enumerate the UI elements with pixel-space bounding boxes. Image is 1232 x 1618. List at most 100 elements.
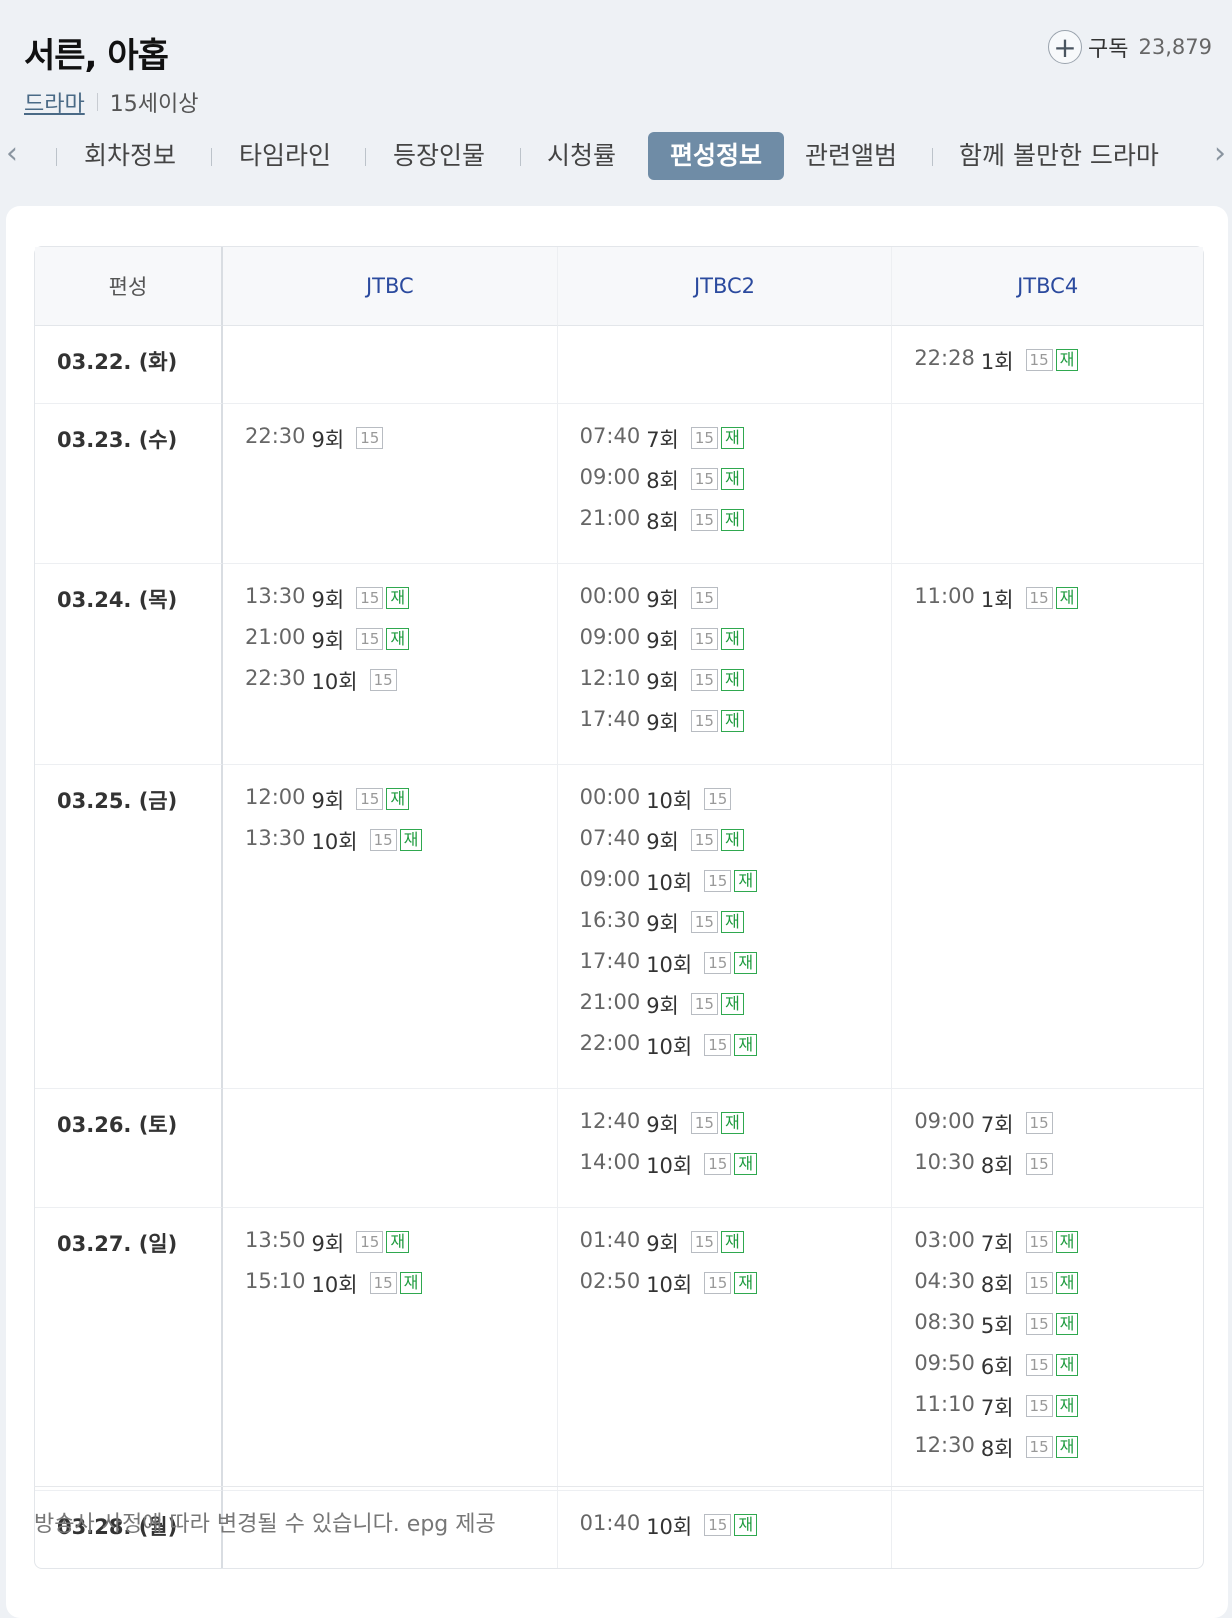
broadcast-time: 14:00 — [579, 1150, 641, 1174]
broadcast-slot: 13:30 9회 15 재 — [245, 584, 557, 625]
broadcast-slot: 09:50 6회 15 재 — [914, 1351, 1203, 1392]
date-cell: 03.25. (금) — [35, 765, 223, 1089]
age-badge: 15 — [690, 509, 718, 531]
table-row: 03.22. (화) 22:28 1회 15 재 — [35, 326, 1203, 404]
rerun-badge: 재 — [734, 1514, 758, 1536]
episode-number: 9회 — [646, 830, 679, 854]
broadcast-time: 21:00 — [245, 625, 306, 649]
table-row: 03.25. (금) 12:00 9회 15 재 13:30 10회 15 재 00:00 10회 1… — [35, 765, 1203, 1089]
divider — [520, 148, 521, 166]
chevron-right-icon[interactable]: › — [1214, 136, 1226, 171]
age-badge: 15 — [369, 669, 397, 691]
age-badge: 15 — [1025, 1354, 1053, 1376]
tab-schedule[interactable]: 편성정보 — [648, 132, 785, 180]
age-badge: 15 — [369, 1272, 397, 1294]
rerun-badge: 재 — [386, 1231, 410, 1253]
tab-recommended[interactable]: 함께 볼만한 드라마 — [959, 132, 1159, 180]
schedule-cell: 22:30 9회 15 — [223, 404, 558, 564]
table-row: 03.24. (목) 13:30 9회 15 재 21:00 9회 15 재 22:30 10회 15… — [35, 564, 1203, 765]
broadcast-time: 00:00 — [579, 785, 641, 809]
broadcast-time: 09:50 — [914, 1351, 975, 1375]
broadcast-time: 12:00 — [245, 785, 306, 809]
notice-text: 방송사 사정에 따라 변경될 수 있습니다. epg 제공 — [34, 1512, 496, 1537]
rerun-badge: 재 — [734, 1272, 758, 1294]
broadcast-slot: 13:30 10회 15 재 — [245, 826, 557, 867]
episode-number: 9회 — [646, 588, 679, 612]
rerun-badge: 재 — [1055, 349, 1079, 371]
tab-timeline[interactable]: 타임라인 — [239, 132, 331, 180]
age-badge: 15 — [1025, 1436, 1053, 1458]
divider — [56, 148, 57, 166]
episode-number: 9회 — [311, 428, 345, 452]
episode-number: 1회 — [980, 588, 1014, 612]
episode-number: 8회 — [980, 1273, 1014, 1297]
schedule-cell: 12:40 9회 15 재 14:00 10회 15 재 — [557, 1089, 893, 1208]
chevron-left-icon[interactable]: ‹ — [6, 136, 18, 171]
broadcast-time: 21:00 — [579, 990, 641, 1014]
episode-number: 10회 — [311, 670, 358, 694]
rerun-badge: 재 — [720, 509, 744, 531]
broadcast-time: 08:30 — [914, 1310, 975, 1334]
age-badge: 15 — [704, 870, 732, 892]
page-title: 서른, 아홉 — [24, 36, 169, 76]
table-header-row: 편성 JTBC JTBC2 JTBC4 — [35, 247, 1203, 326]
tab-albums[interactable]: 관련앨범 — [805, 132, 897, 180]
genre-link[interactable]: 드라마 — [24, 86, 85, 118]
date-cell: 03.22. (화) — [35, 326, 223, 404]
tab-characters[interactable]: 등장인물 — [393, 132, 485, 180]
channel-header: JTBC — [223, 247, 558, 326]
age-badge: 15 — [356, 788, 384, 810]
rerun-badge: 재 — [399, 829, 423, 851]
tab-episodes[interactable]: 회차정보 — [84, 132, 176, 180]
program-meta: 드라마 15세이상 — [24, 86, 198, 118]
rerun-badge: 재 — [1055, 1354, 1079, 1376]
tab-ratings[interactable]: 시청률 — [547, 132, 616, 180]
age-badge: 15 — [1025, 349, 1053, 371]
broadcast-time: 22:30 — [245, 666, 306, 690]
broadcast-slot: 22:30 9회 15 — [245, 424, 557, 465]
schedule-cell: 22:28 1회 15 재 — [892, 326, 1203, 404]
rerun-badge: 재 — [720, 993, 744, 1015]
rerun-badge: 재 — [720, 710, 744, 732]
episode-number: 10회 — [646, 1273, 693, 1297]
date-cell: 03.27. (일) — [35, 1208, 223, 1491]
divider — [34, 1486, 1204, 1487]
episode-number: 8회 — [980, 1154, 1014, 1178]
broadcast-slot: 21:00 8회 15 재 — [580, 506, 892, 547]
rerun-badge: 재 — [386, 628, 410, 650]
broadcast-slot: 09:00 9회 15 재 — [580, 625, 892, 666]
divider — [211, 148, 212, 166]
age-badge: 15 — [1025, 1112, 1053, 1134]
broadcast-time: 09:00 — [914, 1109, 975, 1133]
broadcast-slot: 21:00 9회 15 재 — [245, 625, 557, 666]
episode-number: 9회 — [646, 912, 679, 936]
rerun-badge: 재 — [1055, 1436, 1079, 1458]
subscribe-label: 구독 — [1088, 37, 1129, 62]
broadcast-time: 21:00 — [579, 506, 641, 530]
date-cell: 03.23. (수) — [35, 404, 223, 564]
channel-header: JTBC4 — [892, 247, 1203, 326]
rerun-badge: 재 — [1055, 1231, 1079, 1253]
schedule-cell: 13:30 9회 15 재 21:00 9회 15 재 22:30 10회 15 — [223, 564, 558, 765]
age-badge: 15 — [690, 1112, 718, 1134]
rerun-badge: 재 — [399, 1272, 423, 1294]
rerun-badge: 재 — [386, 587, 410, 609]
episode-number: 10회 — [311, 1273, 358, 1297]
broadcast-slot: 14:00 10회 15 재 — [580, 1150, 892, 1191]
broadcast-time: 17:40 — [579, 707, 641, 731]
age-badge: 15 — [356, 427, 384, 449]
schedule-cell: 01:40 9회 15 재 02:50 10회 15 재 — [557, 1208, 893, 1491]
subscribe-button[interactable]: + 구독 23,879 — [1048, 30, 1212, 64]
episode-number: 10회 — [646, 1515, 693, 1539]
broadcast-slot: 10:30 8회 15 — [914, 1150, 1203, 1191]
age-badge: 15 — [690, 468, 718, 490]
episode-number: 9회 — [646, 1113, 679, 1137]
age-badge: 15 — [1025, 1272, 1053, 1294]
broadcast-slot: 09:00 10회 15 재 — [580, 867, 892, 908]
episode-number: 9회 — [646, 629, 679, 653]
broadcast-slot: 22:30 10회 15 — [245, 666, 557, 707]
age-badge: 15 — [690, 710, 718, 732]
divider — [932, 148, 933, 166]
broadcast-time: 16:30 — [579, 908, 641, 932]
broadcast-slot: 00:00 10회 15 — [580, 785, 892, 826]
